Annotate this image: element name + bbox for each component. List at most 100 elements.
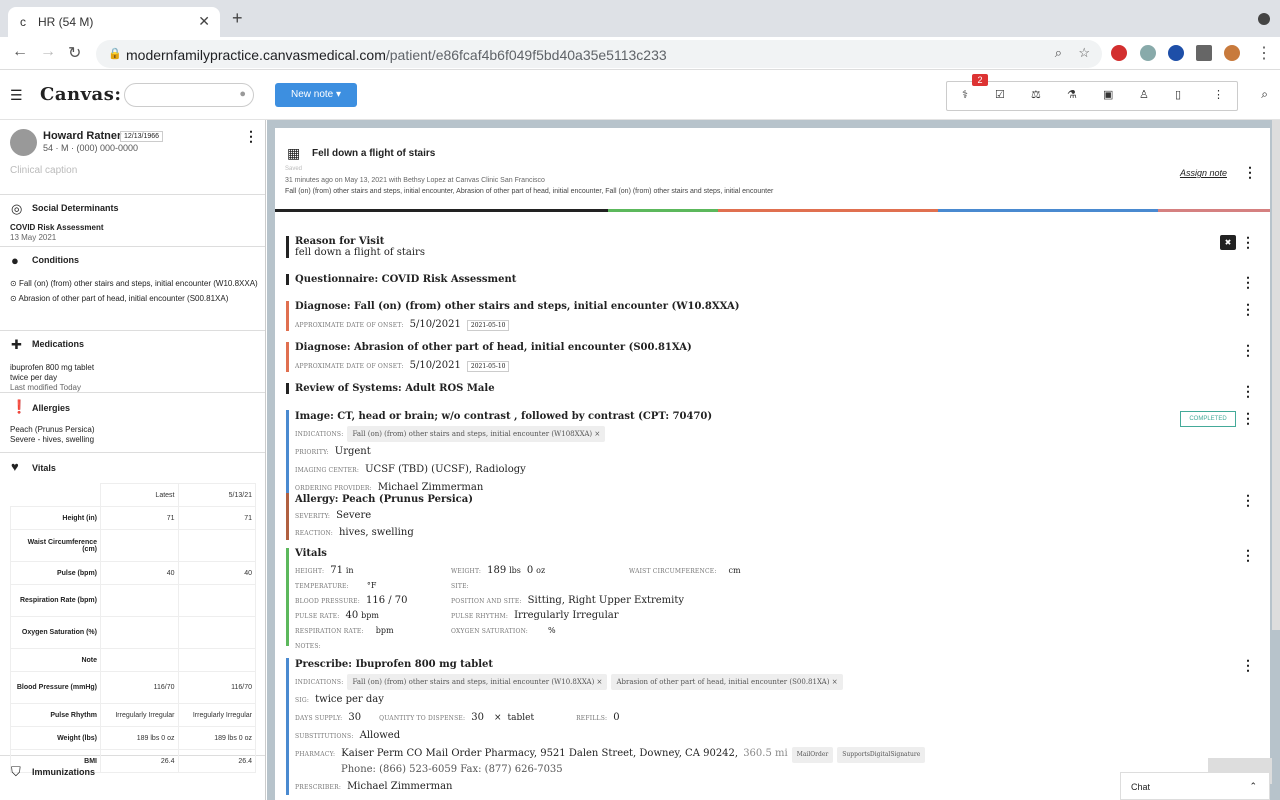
command-menu-icon[interactable]: ⋮	[1241, 301, 1255, 318]
scrollbar[interactable]	[1272, 120, 1280, 630]
reason-for-visit-command[interactable]: Reason for Visit fell down a flight of s…	[286, 236, 425, 258]
height-value[interactable]: 71	[330, 564, 343, 578]
command-menu-icon[interactable]: ⋮	[1241, 492, 1255, 509]
prescribe-command[interactable]: Prescribe: Ibuprofen 800 mg tablet INDIC…	[286, 658, 986, 795]
allergy-command[interactable]: Allergy: Peach (Prunus Persica) SEVERITY…	[286, 493, 473, 540]
new-tab-icon[interactable]: +	[232, 8, 243, 29]
back-icon[interactable]: ←	[12, 43, 28, 61]
extension-blue-icon[interactable]	[1168, 45, 1184, 61]
app-header: ☰ Canvas: ● New note ▾ ⚕ ☑ ⚖ ⚗ ▣ ♙ ▯ ⋮ 2…	[0, 70, 1280, 120]
saved-status: Saved	[285, 166, 303, 172]
hamburger-menu-icon[interactable]: ☰	[10, 87, 23, 104]
quantity-value[interactable]: 30	[471, 711, 484, 725]
command-menu-icon[interactable]: ⋮	[1241, 383, 1255, 400]
referral-icon[interactable]: ♙	[1139, 88, 1149, 101]
patient-menu-icon[interactable]: ⋮	[244, 128, 258, 145]
new-note-button[interactable]: New note ▾	[275, 83, 357, 107]
imaging-center-value[interactable]: UCSF (TBD) (UCSF), Radiology	[365, 463, 526, 477]
position-value[interactable]: Sitting, Right Upper Extremity	[528, 594, 684, 608]
questionnaire-command[interactable]: Questionnaire: COVID Risk Assessment	[286, 274, 516, 285]
close-button[interactable]: ✖	[1220, 235, 1236, 250]
medication-sig: twice per day	[10, 373, 58, 382]
note-menu-icon[interactable]: ⋮	[1243, 164, 1257, 181]
field-label: WAIST CIRCUMFERENCE:	[629, 568, 717, 575]
indication-chip[interactable]: Abrasion of other part of head, initial …	[611, 674, 843, 690]
reload-icon[interactable]: ↻	[68, 43, 81, 63]
allergy-name[interactable]: Peach (Prunus Persica)	[0, 425, 265, 435]
command-menu-icon[interactable]: ⋮	[1241, 342, 1255, 359]
more-icon[interactable]: ⋮	[1213, 88, 1224, 101]
search-icon[interactable]: ⌕	[1261, 87, 1268, 102]
diagnose-command[interactable]: Diagnose: Fall (on) (from) other stairs …	[286, 301, 740, 331]
extensions-puzzle-icon[interactable]	[1196, 45, 1212, 61]
browser-menu-icon[interactable]: ⋮	[1256, 43, 1272, 63]
days-supply-value[interactable]: 30	[348, 711, 361, 725]
sig-value[interactable]: twice per day	[315, 693, 384, 707]
indication-chip[interactable]: Fall (on) (from) other stairs and steps,…	[347, 674, 608, 690]
patient-search-input[interactable]: ●	[124, 83, 254, 107]
condition-item[interactable]: ⊙ Fall (on) (from) other stairs and step…	[0, 279, 265, 289]
close-tab-icon[interactable]: ✕	[198, 13, 210, 30]
prescriber-value[interactable]: Michael Zimmerman	[347, 780, 452, 794]
zoom-icon[interactable]: ⌕	[1055, 45, 1062, 61]
weight-value[interactable]: 189	[487, 564, 506, 578]
refills-value[interactable]: 0	[613, 711, 619, 725]
section-title[interactable]: Vitals	[32, 463, 56, 473]
command-menu-icon[interactable]: ⋮	[1241, 234, 1255, 251]
ros-command[interactable]: Review of Systems: Adult ROS Male	[286, 383, 495, 394]
command-menu-icon[interactable]: ⋮	[1241, 410, 1255, 427]
note-title[interactable]: Fell down a flight of stairs	[312, 148, 435, 159]
reason-text[interactable]: fell down a flight of stairs	[295, 247, 425, 258]
task-checkbox-icon[interactable]: ☑	[995, 88, 1005, 101]
medication-name[interactable]: ibuprofen 800 mg tablet	[0, 363, 265, 373]
social-determinants-section: ◎ Social Determinants COVID Risk Assessme…	[0, 195, 265, 247]
weight-oz-value[interactable]: 0	[527, 564, 533, 578]
blood-pressure-value[interactable]: 116 / 70	[366, 594, 408, 608]
section-title[interactable]: Social Determinants	[32, 203, 119, 213]
pulse-value[interactable]: 40	[346, 609, 359, 623]
section-title[interactable]: Immunizations	[32, 767, 95, 777]
severity-value[interactable]: Severe	[336, 509, 371, 522]
reaction-value[interactable]: hives, swelling	[339, 526, 414, 539]
quantity-unit[interactable]: tablet	[508, 713, 535, 723]
onset-value[interactable]: 5/10/2021	[410, 319, 461, 330]
priority-value[interactable]: Urgent	[335, 445, 371, 459]
substitutions-value[interactable]: Allowed	[360, 729, 401, 743]
command-menu-icon[interactable]: ⋮	[1241, 547, 1255, 564]
onset-value[interactable]: 5/10/2021	[410, 360, 461, 371]
image-icon[interactable]: ▣	[1103, 88, 1113, 101]
pharmacy-value[interactable]: Kaiser Perm CO Mail Order Pharmacy, 9521…	[341, 747, 738, 761]
section-title[interactable]: Conditions	[32, 255, 79, 265]
tab-search-icon[interactable]	[1258, 13, 1270, 25]
scale-icon[interactable]: ⚖	[1031, 88, 1041, 101]
command-menu-icon[interactable]: ⋮	[1241, 657, 1255, 674]
browser-tab[interactable]: c HR (54 M) ✕	[8, 7, 220, 37]
profile-avatar-icon[interactable]	[1224, 45, 1240, 61]
indication-chip[interactable]: Fall (on) (from) other stairs and steps,…	[347, 426, 606, 442]
chat-widget[interactable]: Chat ⌃	[1120, 772, 1270, 800]
list-item[interactable]: COVID Risk Assessment	[0, 223, 265, 233]
condition-item[interactable]: ⊙ Abrasion of other part of head, initia…	[0, 294, 265, 304]
assign-note-link[interactable]: Assign note	[1180, 168, 1227, 178]
vitals-row-label: Height (in)	[10, 506, 101, 530]
pharmacy-distance: 360.5 mi	[743, 748, 788, 759]
address-bar[interactable]: 🔒 modernfamilypractice.canvasmedical.com…	[96, 40, 1102, 68]
extension-gray-icon[interactable]	[1140, 45, 1156, 61]
caduceus-icon[interactable]: ⚕	[962, 88, 968, 101]
section-title[interactable]: Medications	[32, 339, 84, 349]
command-menu-icon[interactable]: ⋮	[1241, 274, 1255, 291]
vitals-command[interactable]: Vitals HEIGHT: 71 in TEMPERATURE: °F BLOOD…	[286, 548, 986, 650]
rhythm-value[interactable]: Irregularly Irregular	[514, 609, 618, 623]
image-order-command[interactable]: Image: CT, head or brain; w/o contrast ,…	[286, 410, 712, 496]
patient-name[interactable]: Howard Ratner	[43, 130, 121, 142]
bookmark-star-icon[interactable]: ☆	[1078, 45, 1090, 61]
forward-icon[interactable]: →	[40, 43, 56, 61]
extension-red-icon[interactable]	[1111, 45, 1127, 61]
section-title[interactable]: Allergies	[32, 403, 70, 413]
document-icon[interactable]: ▯	[1175, 88, 1181, 101]
conditions-section: ● Conditions ⊙ Fall (on) (from) other sta…	[0, 247, 265, 331]
diagnose-command[interactable]: Diagnose: Abrasion of other part of head…	[286, 342, 692, 372]
lab-flask-icon[interactable]: ⚗	[1067, 88, 1077, 101]
condition-label: Abrasion of other part of head, initial …	[18, 294, 229, 303]
clinical-caption[interactable]: Clinical caption	[10, 165, 77, 176]
